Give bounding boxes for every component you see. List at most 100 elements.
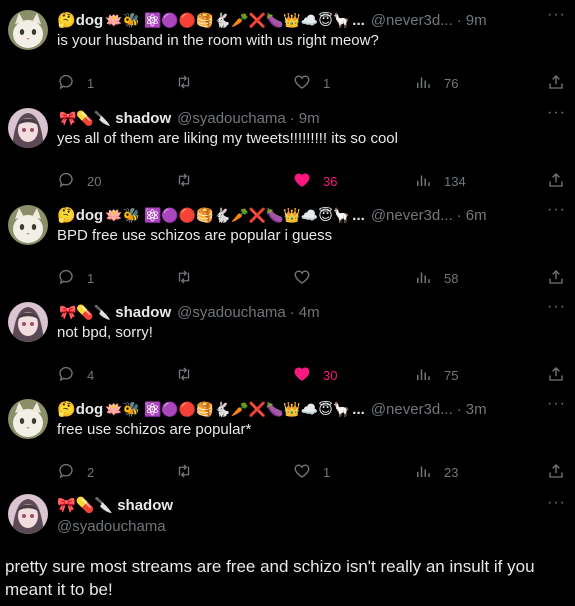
views-button[interactable]: 75 [414, 365, 458, 385]
author-name[interactable]: shadow [117, 497, 173, 514]
reply-icon [57, 365, 75, 386]
tweet-card[interactable]: 🤔 dog 🪷🐝 ⚛️🟣🔴🥞🐇🥕❌🍆👑☁️😇🦙... @never3d... · 6… [0, 201, 575, 295]
name-emojis: 🪷🐝 ⚛️🟣🔴🥞🐇🥕❌🍆👑☁️😇🦙 [105, 400, 351, 417]
reply-count: 1 [87, 75, 95, 91]
more-icon[interactable]: ··· [547, 201, 566, 219]
tweet-card[interactable]: 🎀💊🔪 shadow @syadouchama · 9m ··· yes all … [0, 104, 575, 198]
author-name[interactable]: dog [76, 12, 104, 29]
avatar[interactable] [8, 108, 48, 148]
avatar[interactable] [8, 494, 48, 534]
views-icon [414, 268, 432, 289]
more-icon[interactable]: ··· [547, 395, 566, 413]
tweet-card[interactable]: 🤔 dog 🪷🐝 ⚛️🟣🔴🥞🐇🥕❌🍆👑☁️😇🦙... @never3d... · 9… [0, 6, 575, 100]
share-button[interactable] [547, 171, 565, 191]
like-count: 1 [323, 464, 331, 480]
views-button[interactable]: 23 [414, 462, 458, 482]
retweet-icon [175, 462, 193, 483]
reply-button[interactable]: 1 [57, 73, 94, 93]
author-handle[interactable]: @syadouchama [57, 518, 166, 535]
timestamp[interactable]: 9m [299, 110, 320, 127]
name-emojis: 🎀💊🔪 [59, 303, 112, 320]
like-button[interactable]: 1 [293, 462, 330, 482]
tweet-text: yes all of them are liking my tweets!!!!… [57, 130, 398, 147]
like-button[interactable]: 1 [293, 73, 330, 93]
like-button[interactable] [293, 268, 323, 288]
heart-icon [293, 73, 311, 94]
action-bar: 20 36 134 [57, 171, 567, 191]
tweet-card[interactable]: 🎀💊🔪 shadow @syadouchama · 4m ··· not bpd,… [0, 298, 575, 392]
author-line: 🎀💊🔪 shadow @syadouchama · 9m [57, 108, 557, 128]
timestamp[interactable]: 9m [466, 12, 487, 29]
reply-count: 1 [87, 270, 95, 286]
more-icon[interactable]: ··· [547, 494, 566, 512]
author-handle[interactable]: @syadouchama [177, 110, 286, 127]
tweet-text: is your husband in the room with us righ… [57, 32, 379, 49]
share-icon [547, 365, 565, 386]
author-line: 🤔 dog 🪷🐝 ⚛️🟣🔴🥞🐇🥕❌🍆👑☁️😇🦙... @never3d... · 6… [57, 205, 557, 225]
name-emojis: 🪷🐝 ⚛️🟣🔴🥞🐇🥕❌🍆👑☁️😇🦙 [105, 11, 351, 28]
avatar[interactable] [8, 302, 48, 342]
tweet-text: pretty sure most streams are free and sc… [5, 557, 535, 599]
more-icon[interactable]: ··· [547, 6, 566, 24]
timestamp[interactable]: 4m [299, 304, 320, 321]
retweet-button[interactable] [175, 171, 205, 191]
name-emoji-lead: 🤔 [57, 12, 76, 29]
views-button[interactable]: 134 [414, 171, 466, 191]
author-handle[interactable]: @never3d... [371, 207, 453, 224]
action-bar: 2 1 23 [57, 462, 567, 482]
views-icon [414, 365, 432, 386]
author-name[interactable]: shadow [115, 110, 171, 127]
more-icon[interactable]: ··· [547, 104, 566, 122]
retweet-button[interactable] [175, 462, 205, 482]
author-name[interactable]: dog [76, 401, 104, 418]
retweet-icon [175, 365, 193, 386]
views-button[interactable]: 76 [414, 73, 458, 93]
reply-icon [57, 268, 75, 289]
heart-icon [293, 365, 311, 386]
more-icon[interactable]: ··· [547, 298, 566, 316]
separator-dot: · [289, 303, 295, 321]
author-handle[interactable]: @never3d... [371, 12, 453, 29]
reply-button[interactable]: 4 [57, 365, 94, 385]
views-button[interactable]: 58 [414, 268, 458, 288]
reply-count: 4 [87, 367, 95, 383]
retweet-icon [175, 268, 193, 289]
view-count: 76 [444, 75, 459, 91]
share-icon [547, 268, 565, 289]
author-name[interactable]: shadow [115, 304, 171, 321]
avatar[interactable] [8, 10, 48, 50]
name-ellipsis: ... [352, 11, 365, 29]
retweet-button[interactable] [175, 365, 205, 385]
author-handle[interactable]: @syadouchama [177, 304, 286, 321]
author-handle[interactable]: @never3d... [371, 401, 453, 418]
tweet-text: BPD free use schizos are popular i guess [57, 227, 333, 244]
name-ellipsis: ... [352, 206, 365, 224]
like-button[interactable]: 30 [293, 365, 337, 385]
author-name[interactable]: dog [76, 207, 104, 224]
retweet-button[interactable] [175, 73, 205, 93]
timestamp[interactable]: 3m [466, 401, 487, 418]
avatar[interactable] [8, 399, 48, 439]
views-icon [414, 73, 432, 94]
like-button[interactable]: 36 [293, 171, 337, 191]
reply-button[interactable]: 20 [57, 171, 101, 191]
timestamp[interactable]: 6m [466, 207, 487, 224]
reply-icon [57, 171, 75, 192]
reply-button[interactable]: 2 [57, 462, 94, 482]
share-button[interactable] [547, 365, 565, 385]
share-button[interactable] [547, 73, 565, 93]
tweet-card[interactable]: 🤔 dog 🪷🐝 ⚛️🟣🔴🥞🐇🥕❌🍆👑☁️😇🦙... @never3d... · 3… [0, 395, 575, 489]
share-button[interactable] [547, 268, 565, 288]
focused-tweet[interactable]: 🎀💊🔪 shadow @syadouchama ··· pretty sure … [0, 492, 575, 606]
reply-button[interactable]: 1 [57, 268, 94, 288]
view-count: 75 [444, 367, 459, 383]
retweet-button[interactable] [175, 268, 205, 288]
heart-icon [293, 268, 311, 289]
separator-dot: · [456, 400, 462, 418]
view-count: 23 [444, 464, 459, 480]
view-count: 134 [444, 173, 466, 189]
retweet-icon [175, 171, 193, 192]
reply-count: 2 [87, 464, 95, 480]
avatar[interactable] [8, 205, 48, 245]
share-button[interactable] [547, 462, 565, 482]
